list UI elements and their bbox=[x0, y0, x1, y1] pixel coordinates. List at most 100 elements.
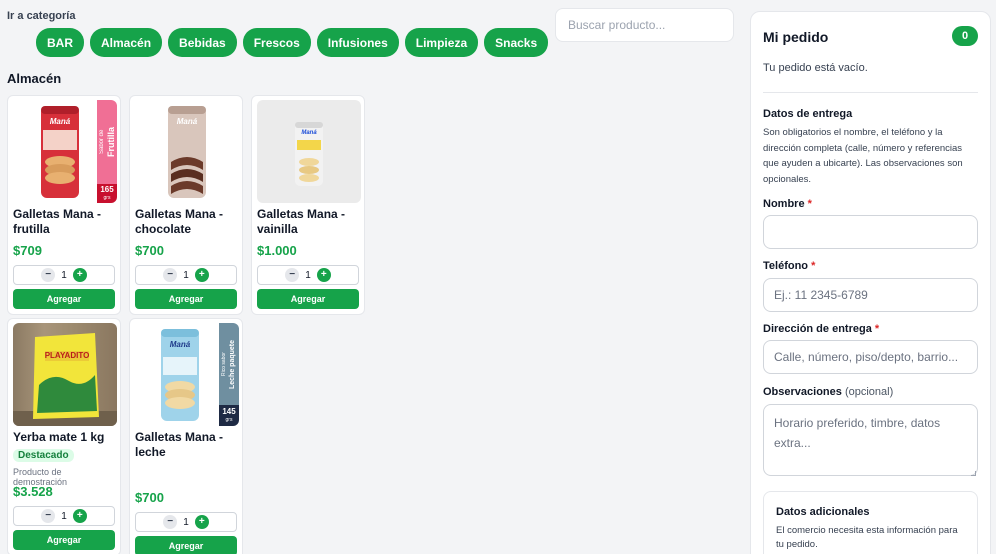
product-name: Galletas Mana - frutilla bbox=[13, 207, 102, 236]
quantity-stepper: − 1 + bbox=[257, 265, 359, 285]
order-title: Mi pedido bbox=[763, 29, 829, 45]
product-card: Maná Rico sabor Leche paquete 145 grs Ga… bbox=[129, 318, 243, 554]
product-card: PLAYADITO Yerba mate 1 kg Destacado Prod… bbox=[7, 318, 121, 554]
quantity-value: 1 bbox=[61, 269, 67, 281]
flavor-tag-main: Leche paquete bbox=[229, 339, 236, 389]
category-chip-snacks[interactable]: Snacks bbox=[484, 28, 549, 57]
minus-icon[interactable]: − bbox=[41, 509, 56, 523]
product-image[interactable]: Maná bbox=[135, 100, 239, 203]
brand-logo: Maná bbox=[301, 130, 317, 136]
product-price: $700 bbox=[135, 243, 164, 258]
weight-value: 165 bbox=[100, 185, 114, 194]
quantity-stepper: − 1 + bbox=[135, 512, 237, 532]
quantity-value: 1 bbox=[183, 516, 189, 528]
resize-handle-icon[interactable] bbox=[971, 471, 976, 476]
product-image[interactable]: Maná Rico sabor Leche paquete 145 grs bbox=[135, 323, 239, 426]
minus-icon[interactable]: − bbox=[285, 268, 300, 282]
product-image[interactable]: Maná bbox=[257, 100, 361, 203]
brand-logo: Maná bbox=[49, 117, 71, 126]
order-panel: Mi pedido 0 Tu pedido está vacío. Datos … bbox=[750, 11, 991, 554]
product-card: Maná Sabor de Frutilla 165 grs Galletas … bbox=[7, 95, 121, 315]
plus-icon[interactable]: + bbox=[194, 268, 209, 282]
weight-unit: grs bbox=[225, 417, 233, 423]
brand-logo: Maná bbox=[176, 117, 198, 126]
brand-logo: Maná bbox=[169, 340, 191, 349]
weight-tag: 165 grs bbox=[97, 184, 117, 203]
brand-logo: PLAYADITO bbox=[44, 351, 90, 360]
phone-label: Teléfono * bbox=[763, 260, 815, 272]
quantity-stepper: − 1 + bbox=[13, 506, 115, 526]
flavor-tag: Rico sabor Leche paquete bbox=[219, 323, 239, 405]
weight-tag: 145 grs bbox=[219, 405, 239, 426]
category-chip-almacen[interactable]: Almacén bbox=[90, 28, 163, 57]
quantity-value: 1 bbox=[305, 269, 311, 281]
minus-icon[interactable]: − bbox=[163, 268, 178, 282]
product-card: Maná Galletas Mana - chocolate $700 − 1 … bbox=[129, 95, 243, 315]
product-image[interactable]: Maná Sabor de Frutilla 165 grs bbox=[13, 100, 117, 203]
flavor-tag: Sabor de Frutilla bbox=[97, 100, 117, 184]
yerba-package-image bbox=[13, 333, 117, 426]
product-name: Galletas Mana - leche bbox=[135, 430, 224, 459]
plus-icon[interactable]: + bbox=[72, 509, 87, 523]
notes-field[interactable] bbox=[763, 404, 978, 476]
name-field[interactable] bbox=[763, 215, 978, 249]
required-mark: * bbox=[874, 323, 880, 335]
section-title: Almacén bbox=[7, 71, 62, 86]
address-label-text: Dirección de entrega bbox=[763, 323, 872, 335]
order-count-badge: 0 bbox=[952, 26, 978, 46]
product-price: $700 bbox=[135, 490, 164, 505]
add-to-cart-button[interactable]: Agregar bbox=[257, 289, 359, 309]
flavor-tag-main: Frutilla bbox=[106, 127, 116, 158]
required-mark: * bbox=[807, 198, 812, 210]
name-label: Nombre * bbox=[763, 198, 812, 210]
weight-value: 145 bbox=[222, 407, 236, 416]
category-chip-frescos[interactable]: Frescos bbox=[242, 28, 311, 57]
extra-info-box: Datos adicionales El comercio necesita e… bbox=[763, 491, 978, 554]
order-empty-message: Tu pedido está vacío. bbox=[763, 62, 868, 74]
quantity-stepper: − 1 + bbox=[135, 265, 237, 285]
category-chip-limpieza[interactable]: Limpieza bbox=[404, 28, 479, 57]
plus-icon[interactable]: + bbox=[316, 268, 331, 282]
product-name: Galletas Mana - vainilla bbox=[257, 207, 346, 236]
address-label: Dirección de entrega * bbox=[763, 323, 879, 335]
add-to-cart-button[interactable]: Agregar bbox=[13, 530, 115, 550]
required-mark: * bbox=[811, 260, 816, 272]
category-chips: BAR Almacén Bebidas Frescos Infusiones L… bbox=[36, 28, 549, 57]
product-price: $1.000 bbox=[257, 243, 297, 258]
extra-info-title: Datos adicionales bbox=[776, 506, 870, 518]
optional-mark: (opcional) bbox=[844, 386, 894, 398]
delivery-description: Son obligatorios el nombre, el teléfono … bbox=[763, 127, 963, 185]
minus-icon[interactable]: − bbox=[41, 268, 56, 282]
add-to-cart-button[interactable]: Agregar bbox=[135, 536, 237, 554]
add-to-cart-button[interactable]: Agregar bbox=[13, 289, 115, 309]
weight-unit: grs bbox=[103, 195, 111, 201]
category-label: Ir a categoría bbox=[7, 10, 76, 22]
category-chip-bebidas[interactable]: Bebidas bbox=[168, 28, 237, 57]
quantity-value: 1 bbox=[183, 269, 189, 281]
quantity-value: 1 bbox=[61, 510, 67, 522]
minus-icon[interactable]: − bbox=[163, 515, 178, 529]
product-image[interactable]: PLAYADITO bbox=[13, 323, 117, 426]
name-label-text: Nombre bbox=[763, 198, 805, 210]
delivery-title: Datos de entrega bbox=[763, 108, 853, 120]
plus-icon[interactable]: + bbox=[72, 268, 87, 282]
flavor-tag-sub: Sabor de bbox=[99, 129, 105, 155]
search-input[interactable] bbox=[555, 8, 734, 42]
notes-label-text: Observaciones bbox=[763, 386, 842, 398]
flavor-tag-sub: Rico sabor bbox=[221, 352, 227, 376]
notes-label: Observaciones (opcional) bbox=[763, 386, 893, 398]
quantity-stepper: − 1 + bbox=[13, 265, 115, 285]
category-chip-infusiones[interactable]: Infusiones bbox=[316, 28, 399, 57]
phone-label-text: Teléfono bbox=[763, 260, 809, 272]
address-field[interactable] bbox=[763, 340, 978, 374]
extra-info-description: El comercio necesita esta información pa… bbox=[776, 525, 958, 550]
product-name: Yerba mate 1 kg bbox=[13, 430, 105, 444]
product-name: Galletas Mana - chocolate bbox=[135, 207, 224, 236]
cookie-tube-image bbox=[168, 106, 206, 198]
plus-icon[interactable]: + bbox=[194, 515, 209, 529]
divider bbox=[763, 92, 978, 93]
phone-field[interactable] bbox=[763, 278, 978, 312]
add-to-cart-button[interactable]: Agregar bbox=[135, 289, 237, 309]
cookie-tube-image bbox=[295, 122, 323, 186]
category-chip-bar[interactable]: BAR bbox=[36, 28, 84, 57]
